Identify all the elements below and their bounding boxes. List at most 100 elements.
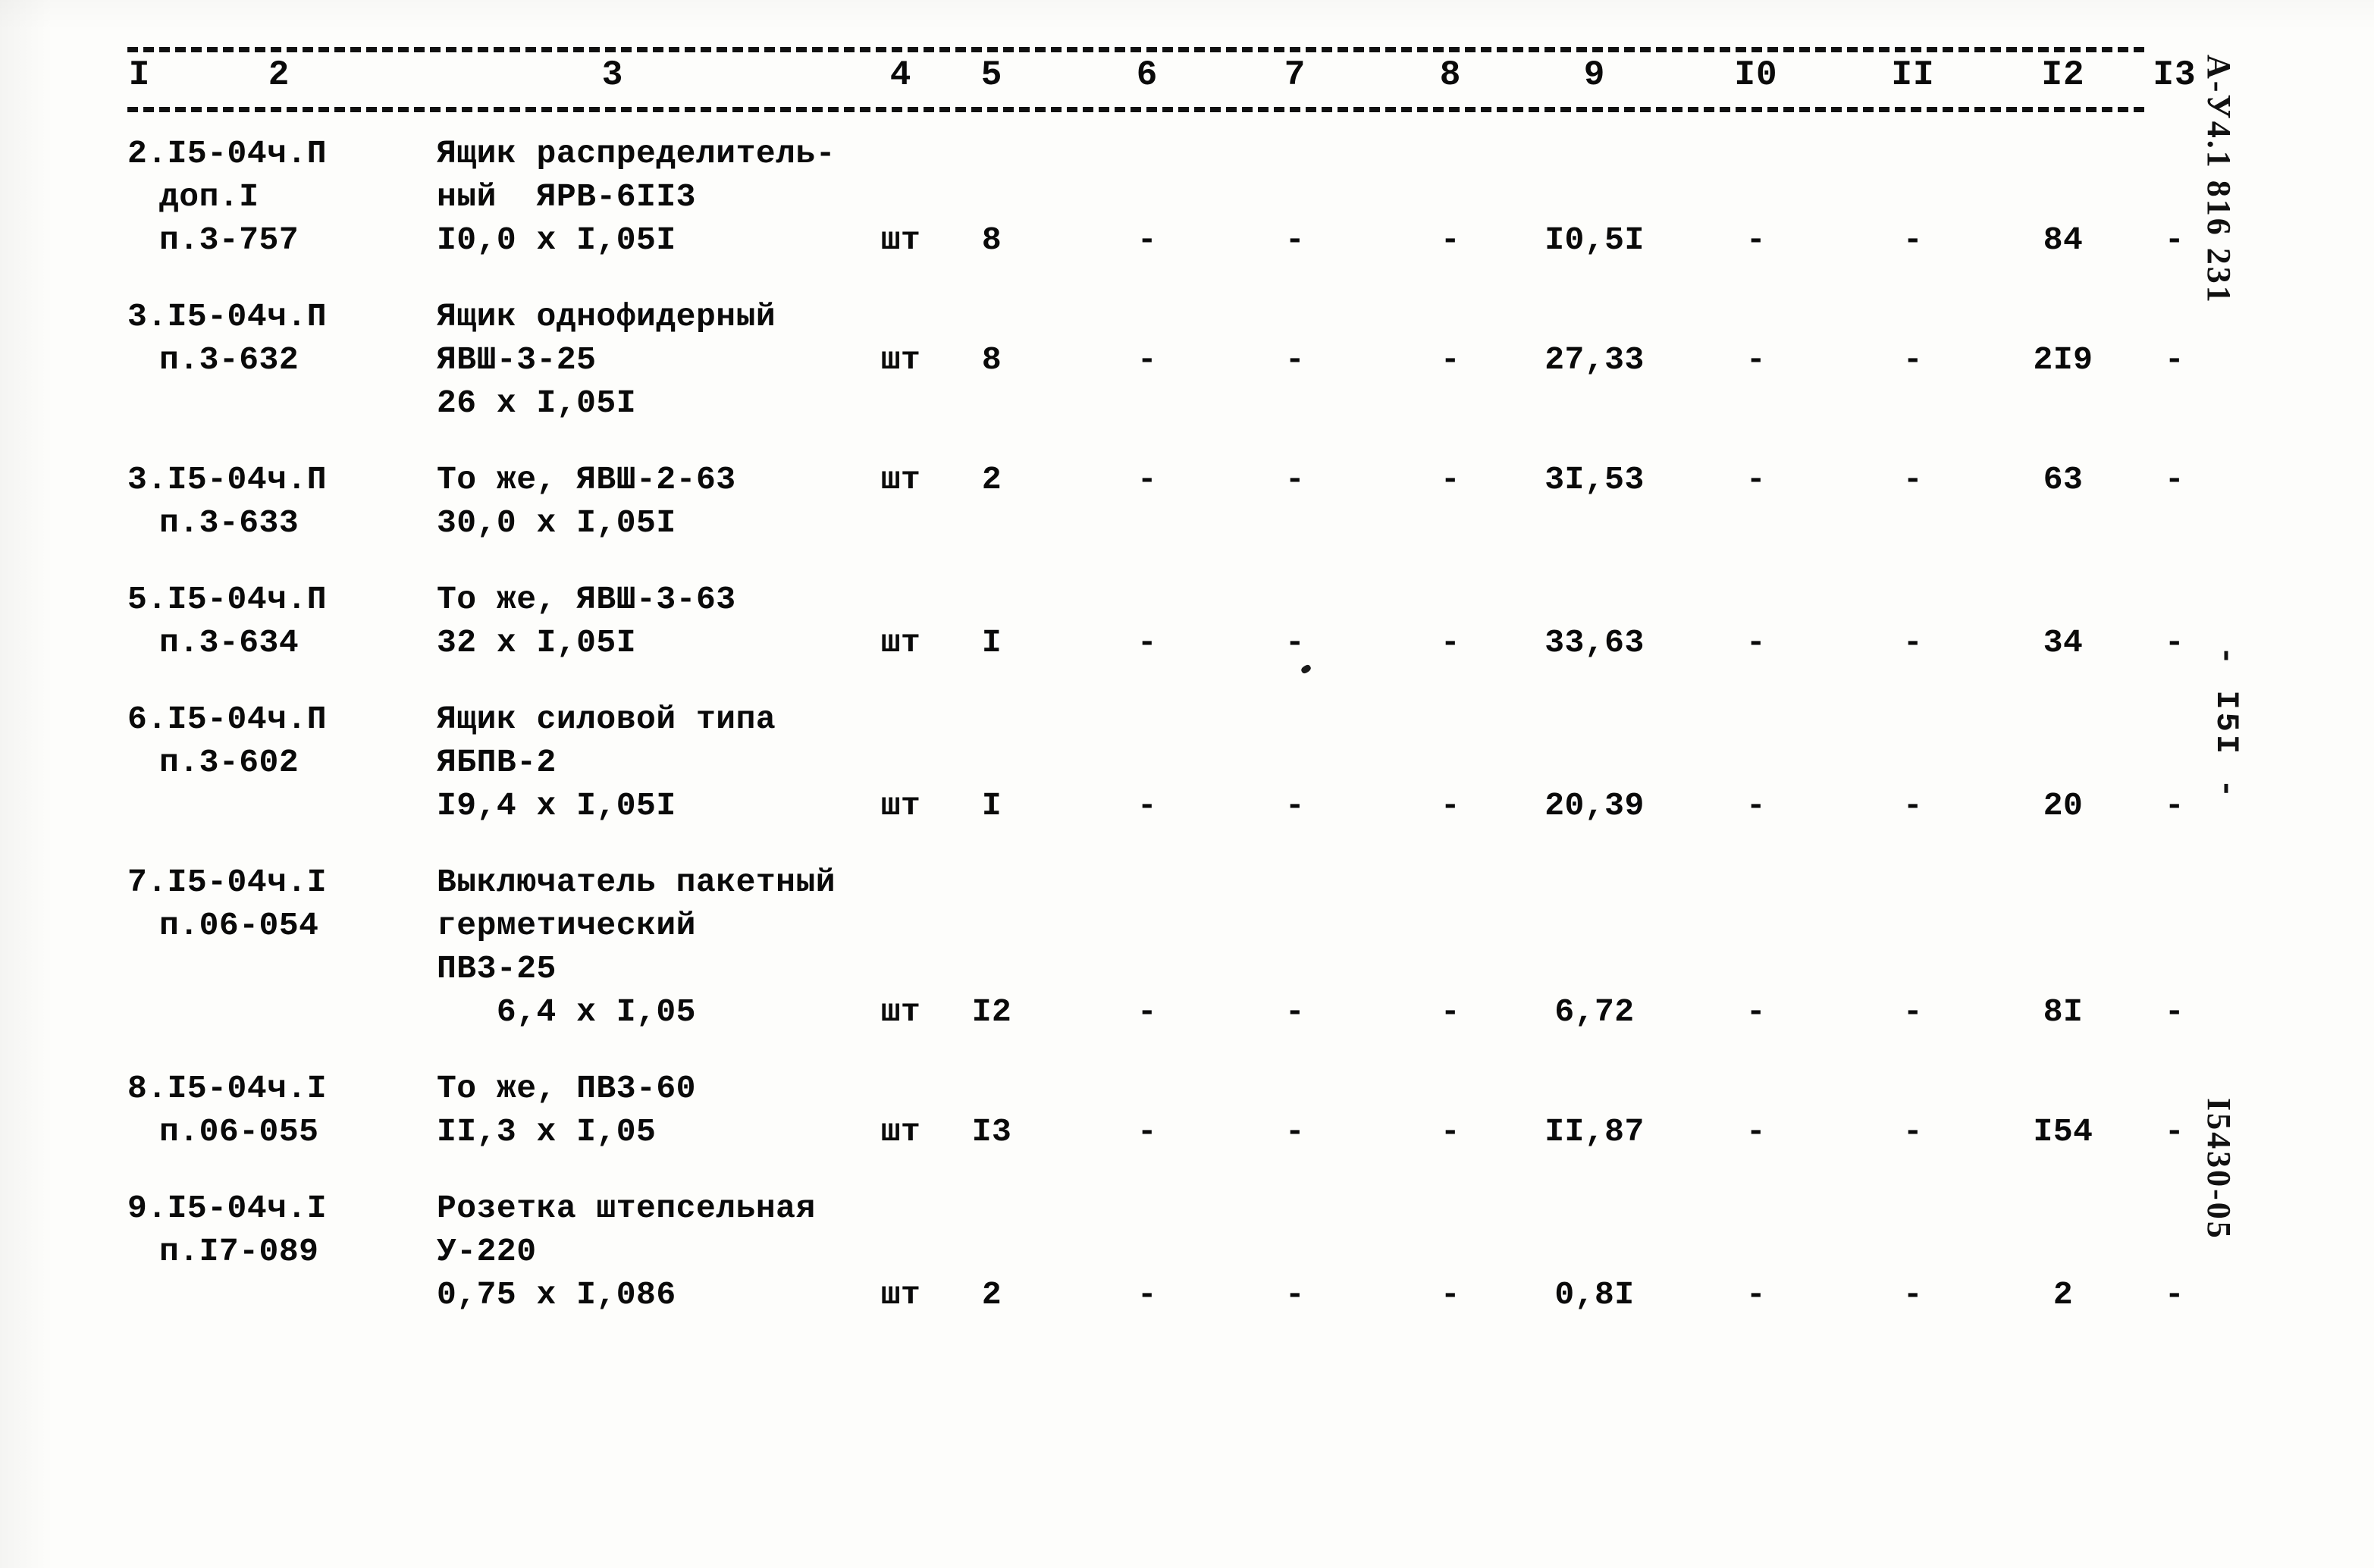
row-unit-cell: шт: [880, 1113, 921, 1150]
row-description-cell: То же, ПВ3-60 II,3 x I,05: [437, 1067, 1013, 1153]
table-row: 5.I5-04ч.П п.3-634 То же, ЯВШ-3-63 32 x I,0…: [127, 578, 2184, 664]
column-header-11: II: [1891, 55, 1935, 95]
row-code-line: 6.I5-04ч.П: [127, 701, 328, 738]
row-col8-cell: -: [1440, 787, 1461, 824]
table-body: 2.I5-04ч.П доп.I п.3-757 Ящик распределител…: [127, 132, 2184, 1350]
row-description-line: У-220: [437, 1233, 537, 1270]
row-description-line: 6,4 x I,05: [437, 993, 696, 1030]
row-description-cell: Ящик распределитель-ный ЯРВ-6II3 I0,0 x I…: [437, 132, 1013, 262]
row-col7-cell: -: [1284, 461, 1306, 498]
row-col11-cell: -: [1902, 624, 1924, 661]
row-description-line: Розетка штепсельная: [437, 1190, 816, 1227]
column-header-6: 6: [1136, 55, 1159, 95]
row-quantity-cell: 2: [981, 461, 1002, 498]
table-row: 6.I5-04ч.П п.3-602 Ящик силовой типа ЯБПВ-2…: [127, 698, 2184, 827]
row-quantity-cell: I2: [971, 993, 1012, 1030]
row-code-cell: 3.I5-04ч.П п.3-633: [127, 458, 476, 544]
row-col8-cell: -: [1440, 341, 1461, 378]
row-description-cell: Ящик однофидерный ЯВШ-3-25 26 x I,05I: [437, 295, 1013, 425]
row-description-line: Ящик однофидерный: [437, 298, 776, 335]
row-col10-cell: -: [1745, 787, 1767, 824]
row-col8-cell: -: [1440, 993, 1461, 1030]
row-code-line: 3.I5-04ч.П: [127, 461, 328, 498]
row-col13-cell: -: [2164, 461, 2185, 498]
row-code-line: п.3-757: [159, 221, 299, 259]
row-col6-cell: -: [1137, 1113, 1158, 1150]
row-description-line: То же, ЯВШ-3-63: [437, 581, 736, 618]
row-unit-cell: шт: [880, 461, 921, 498]
row-col9-cell: 33,63: [1545, 624, 1645, 661]
row-col6-cell: -: [1137, 221, 1158, 259]
row-code-line: 8.I5-04ч.I: [127, 1070, 328, 1107]
row-code-line: доп.I: [159, 178, 259, 215]
row-code-line: п.06-055: [159, 1113, 319, 1150]
row-col7-cell: -: [1284, 1113, 1306, 1150]
row-col11-cell: -: [1902, 993, 1924, 1030]
row-col6-cell: -: [1137, 993, 1158, 1030]
row-code-line: п.3-602: [159, 744, 299, 781]
row-code-line: 9.I5-04ч.I: [127, 1190, 328, 1227]
row-col11-cell: -: [1902, 221, 1924, 259]
row-description-cell: Розетка штепсельная У-220 0,75 x I,086: [437, 1187, 1013, 1316]
column-header-2: 2: [268, 55, 290, 95]
row-description-line: 30,0 x I,05I: [437, 504, 676, 541]
row-col6-cell: -: [1137, 624, 1158, 661]
row-col7-cell: -: [1284, 341, 1306, 378]
row-col9-cell: 0,8I: [1554, 1276, 1635, 1313]
row-col12-cell: 84: [2043, 221, 2084, 259]
row-col10-cell: -: [1745, 1276, 1767, 1313]
row-col12-cell: 8I: [2043, 993, 2084, 1030]
row-col6-cell: -: [1137, 341, 1158, 378]
row-quantity-cell: 8: [981, 341, 1002, 378]
row-description-cell: Выключатель пакетный герметический ПВ3-25 …: [437, 861, 1013, 1033]
row-col11-cell: -: [1902, 1276, 1924, 1313]
column-header-3: 3: [601, 55, 624, 95]
row-description-line: То же, ПВ3-60: [437, 1070, 696, 1107]
row-col7-cell: -: [1284, 221, 1306, 259]
row-unit-cell: шт: [880, 624, 921, 661]
row-col9-cell: 20,39: [1545, 787, 1645, 824]
row-quantity-cell: I: [981, 787, 1002, 824]
table-row: 7.I5-04ч.I п.06-054 Выключатель пакетный ге…: [127, 861, 2184, 1033]
row-quantity-cell: I: [981, 624, 1002, 661]
row-col12-cell: 2: [2053, 1276, 2074, 1313]
row-col12-cell: 2I9: [2033, 341, 2093, 378]
estimate-table: I 2 3 4 5 6 7 8 9 I0 II I2 I3 2.I5-04ч.П доп.I п.3-757…: [127, 47, 2196, 1350]
row-col13-cell: -: [2164, 341, 2185, 378]
row-code-line: п.06-054: [159, 907, 319, 944]
row-description-line: ПВ3-25: [437, 950, 557, 987]
table-header-rule: [127, 107, 2144, 112]
row-col9-cell: II,87: [1545, 1113, 1645, 1150]
row-col8-cell: -: [1440, 461, 1461, 498]
row-col13-cell: -: [2164, 624, 2185, 661]
row-description-line: 26 x I,05I: [437, 384, 637, 422]
row-col10-cell: -: [1745, 461, 1767, 498]
row-quantity-cell: 2: [981, 1276, 1002, 1313]
row-col11-cell: -: [1902, 461, 1924, 498]
row-unit-cell: шт: [880, 787, 921, 824]
row-col10-cell: -: [1745, 1113, 1767, 1150]
row-description-line: герметический: [437, 907, 696, 944]
row-description-line: I9,4 x I,05I: [437, 787, 676, 824]
row-description-line: II,3 x I,05: [437, 1113, 657, 1150]
scanned-page: I 2 3 4 5 6 7 8 9 I0 II I2 I3 2.I5-04ч.П доп.I п.3-757…: [0, 0, 2374, 1568]
row-code-line: п.3-632: [159, 341, 299, 378]
table-row: 3.I5-04ч.П п.3-633 То же, ЯВШ-2-63 30,0 x I…: [127, 458, 2184, 544]
row-col8-cell: -: [1440, 624, 1461, 661]
row-description-cell: То же, ЯВШ-2-63 30,0 x I,05I: [437, 458, 1013, 544]
row-quantity-cell: 8: [981, 221, 1002, 259]
row-col13-cell: -: [2164, 787, 2185, 824]
row-col11-cell: -: [1902, 787, 1924, 824]
row-col6-cell: -: [1137, 461, 1158, 498]
row-description-line: 32 x I,05I: [437, 624, 637, 661]
table-row: 9.I5-04ч.I п.I7-089 Розетка штепсельная У-2…: [127, 1187, 2184, 1316]
column-header-9: 9: [1583, 55, 1606, 95]
row-description-line: 0,75 x I,086: [437, 1276, 676, 1313]
row-col13-cell: -: [2164, 1276, 2185, 1313]
row-code-line: п.3-634: [159, 624, 299, 661]
table-top-rule: [127, 47, 2144, 52]
row-code-cell: 5.I5-04ч.П п.3-634: [127, 578, 476, 664]
row-description-line: ный ЯРВ-6II3: [437, 178, 696, 215]
row-col10-cell: -: [1745, 341, 1767, 378]
column-header-4: 4: [889, 55, 912, 95]
